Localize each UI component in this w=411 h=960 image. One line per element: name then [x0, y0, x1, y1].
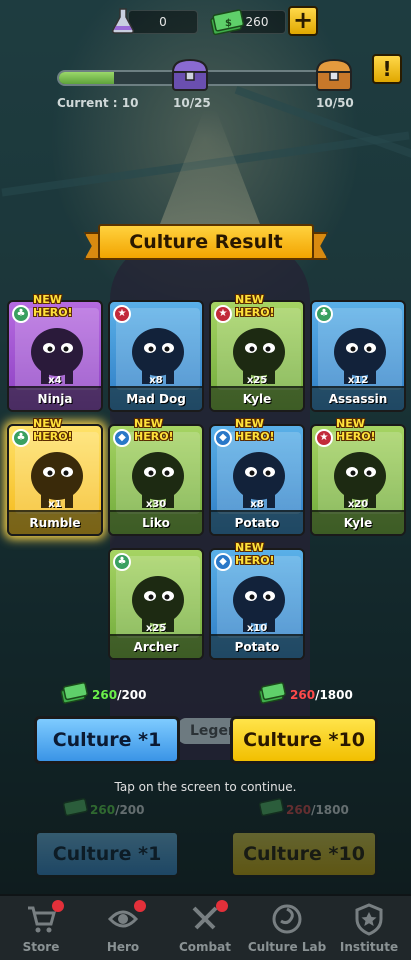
hero-count: x25: [246, 375, 268, 386]
new-hero-tag: NEW HERO!: [33, 293, 73, 319]
nav-item-store[interactable]: Store: [0, 896, 82, 960]
purple-chest-icon[interactable]: [170, 58, 210, 92]
notification-dot: [52, 900, 64, 912]
hero-card-archer[interactable]: ♣ x25 Archer: [108, 548, 204, 660]
milestone-1-label: 10/25: [173, 96, 211, 110]
culture-1-cost-dim: 260/200: [90, 803, 145, 817]
hero-count: x20: [347, 499, 369, 510]
flask-counter: 0: [128, 10, 198, 34]
culture-1-price: /200: [117, 688, 147, 702]
nav-item-culture-lab[interactable]: Culture Lab: [246, 896, 328, 960]
nav-label: Hero: [106, 940, 140, 954]
hero-count: x8: [250, 499, 264, 510]
current-progress-label: Current : 10: [57, 96, 139, 110]
culture-1-button[interactable]: Culture *1: [34, 716, 180, 764]
hero-name: Liko: [110, 510, 202, 534]
exclamation-icon: !: [382, 57, 392, 81]
swirl-icon: [272, 904, 302, 934]
plus-icon: +: [292, 6, 314, 34]
nav-label: Store: [22, 940, 60, 954]
culture-1-cost: 260/200: [92, 688, 147, 702]
defense-class-icon: ◆: [113, 429, 131, 447]
cash-icon: [258, 798, 284, 817]
attack-class-icon: ★: [113, 305, 131, 323]
new-hero-tag: NEW HERO!: [235, 417, 275, 443]
support-class-icon: ♣: [12, 429, 30, 447]
culture-10-cost-dim: 260/1800: [286, 803, 349, 817]
attack-class-icon: ★: [315, 429, 333, 447]
hero-name: Rumble: [9, 510, 101, 534]
nav-item-combat[interactable]: Combat: [164, 896, 246, 960]
hero-name: Ninja: [9, 386, 101, 410]
hero-name: Kyle: [211, 386, 303, 410]
support-class-icon: ♣: [113, 553, 131, 571]
new-hero-tag: NEW HERO!: [235, 293, 275, 319]
hero-count: x12: [347, 375, 369, 386]
hero-name: Potato: [211, 634, 303, 658]
support-class-icon: ♣: [315, 305, 333, 323]
attack-class-icon: ★: [214, 305, 232, 323]
notification-dot: [216, 900, 228, 912]
new-hero-tag: NEW HERO!: [33, 417, 73, 443]
defense-class-icon: ◆: [214, 553, 232, 571]
cash-icon: [62, 798, 88, 817]
hero-count: x8: [149, 375, 163, 386]
culture-10-have-dim: 260: [286, 803, 312, 817]
flask-icon: [111, 8, 135, 34]
hero-name: Potato: [211, 510, 303, 534]
culture-10-price: /1800: [315, 688, 353, 702]
svg-text:$: $: [225, 18, 232, 29]
shield-star-icon: [355, 903, 383, 936]
nav-label: Combat: [179, 940, 231, 954]
notification-dot: [134, 900, 146, 912]
culture-1-have-dim: 260: [90, 803, 116, 817]
hero-count: x10: [246, 623, 268, 634]
legend-tab[interactable]: Legen: [178, 718, 238, 744]
tap-to-continue-text: Tap on the screen to continue.: [114, 780, 297, 794]
culture-result-banner: Culture Result: [84, 224, 328, 264]
hero-count: x1: [48, 499, 62, 510]
defense-class-icon: ◆: [214, 429, 232, 447]
orange-chest-icon[interactable]: [314, 58, 354, 92]
culture-1-button-background: Culture *1: [34, 830, 180, 878]
cash-icon: $: [210, 9, 244, 36]
nav-item-hero[interactable]: Hero: [82, 896, 164, 960]
new-hero-tag: NEW HERO!: [336, 417, 376, 443]
hero-name: Mad Dog: [110, 386, 202, 410]
culture-10-have: 260: [290, 688, 316, 702]
nav-item-institute[interactable]: Institute: [328, 896, 410, 960]
banner-title: Culture Result: [98, 224, 314, 260]
hero-card-mad-dog[interactable]: ★ x8 Mad Dog: [108, 300, 204, 412]
nav-label: Culture Lab: [247, 940, 327, 954]
support-class-icon: ♣: [12, 305, 30, 323]
culture-10-button[interactable]: Culture *10: [230, 716, 378, 764]
hero-name: Assassin: [312, 386, 404, 410]
new-hero-tag: NEW HERO!: [134, 417, 174, 443]
hero-count: x30: [145, 499, 167, 510]
progress-fill: [59, 72, 115, 84]
hero-card-assassin[interactable]: ♣ x12 Assassin: [310, 300, 406, 412]
culture-10-cost: 260/1800: [290, 688, 353, 702]
culture-1-price-dim: /200: [115, 803, 145, 817]
info-alert-button[interactable]: !: [372, 54, 402, 84]
cash-icon: [258, 682, 286, 704]
hero-name: Archer: [110, 634, 202, 658]
nav-label: Institute: [339, 940, 399, 954]
new-hero-tag: NEW HERO!: [235, 541, 275, 567]
culture-1-have: 260: [92, 688, 118, 702]
hero-count: x25: [145, 623, 167, 634]
cash-count: 260: [245, 15, 269, 29]
hero-count: x4: [48, 375, 62, 386]
culture-10-button-background: Culture *10: [230, 830, 378, 878]
culture-10-price-dim: /1800: [311, 803, 349, 817]
milestone-2-label: 10/50: [316, 96, 354, 110]
cash-icon: [60, 682, 88, 704]
flask-count: 0: [159, 15, 167, 29]
add-cash-button[interactable]: +: [288, 6, 318, 36]
bottom-navigation: Store Hero Combat Culture Lab Institute: [0, 894, 411, 960]
hero-name: Kyle: [312, 510, 404, 534]
